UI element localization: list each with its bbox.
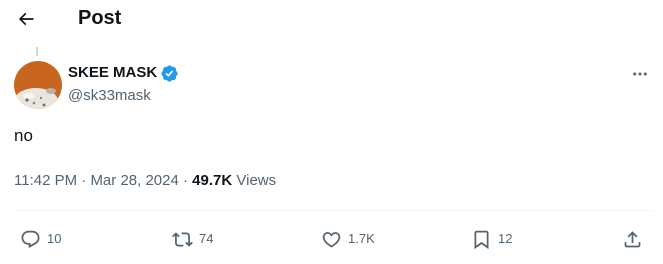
author-info: SKEE MASK @sk33mask	[68, 62, 179, 106]
divider	[14, 210, 651, 211]
display-name[interactable]: SKEE MASK	[68, 63, 157, 83]
reply-icon	[21, 230, 40, 248]
like-button[interactable]: 1.7K	[321, 224, 375, 254]
user-handle[interactable]: @sk33mask	[68, 86, 179, 106]
views-label: Views	[236, 172, 277, 189]
views-count: 49.7K	[192, 172, 233, 189]
avatar[interactable]	[14, 61, 62, 109]
share-icon	[624, 230, 641, 247]
post-metadata: 11:42 PM · Mar 28, 2024 · 49.7K Views	[14, 171, 276, 191]
verified-badge-icon[interactable]	[160, 64, 179, 83]
bookmark-icon	[474, 230, 489, 249]
thread-line	[36, 47, 38, 56]
action-bar: 10 74 1.7K 12	[0, 224, 663, 254]
meta-separator: ·	[81, 172, 87, 189]
heart-icon	[322, 231, 341, 248]
post-text: no	[14, 126, 33, 145]
like-count: 1.7K	[348, 231, 375, 246]
avatar-image	[14, 61, 62, 109]
arrow-left-icon	[18, 12, 34, 26]
more-dots-icon	[633, 72, 647, 76]
share-button[interactable]	[622, 224, 643, 254]
top-bar: Post	[0, 0, 663, 40]
repost-count: 74	[199, 231, 214, 246]
reply-count: 10	[47, 231, 62, 246]
bookmark-count: 12	[498, 231, 513, 246]
reply-button[interactable]: 10	[20, 224, 61, 254]
meta-separator: ·	[183, 172, 188, 189]
back-button[interactable]	[12, 5, 40, 33]
more-options-button[interactable]	[628, 64, 652, 84]
bookmark-button[interactable]: 12	[471, 224, 512, 254]
post-date[interactable]: Mar 28, 2024	[90, 172, 178, 189]
repost-icon	[172, 231, 193, 247]
repost-button[interactable]: 74	[172, 224, 213, 254]
page-title: Post	[78, 7, 122, 29]
post-time[interactable]: 11:42 PM	[14, 172, 77, 189]
